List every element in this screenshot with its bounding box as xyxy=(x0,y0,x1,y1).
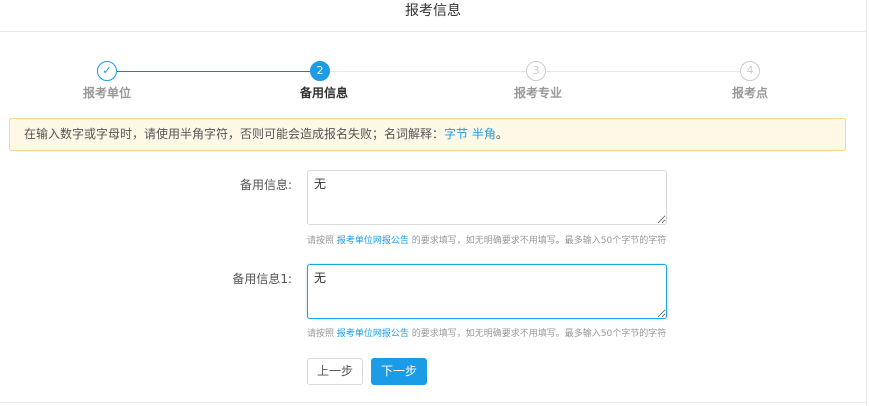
bottom-border xyxy=(0,402,866,403)
link-byte[interactable]: 字节 xyxy=(444,127,468,141)
hint-post: 的要求填写，如无明确要求不用填写。最多输入50个字节的字符 xyxy=(408,329,667,339)
hint-pre: 请按照 xyxy=(307,329,337,339)
announcement-link[interactable]: 报考单位网报公告 xyxy=(337,329,409,339)
step-3-label: 报考专业 xyxy=(513,86,562,100)
step-4-indicator: 4 xyxy=(740,61,760,81)
backup-info-textarea[interactable] xyxy=(307,170,667,225)
step-connector-2 xyxy=(330,71,526,72)
field1-hint: 请按照 报考单位网报公告 的要求填写，如无明确要求不用填写。最多输入50个字节的… xyxy=(307,233,666,246)
prev-step-button[interactable]: 上一步 xyxy=(307,358,363,385)
notice-alert: 在输入数字或字母时，请使用半角字符，否则可能会造成报名失败；名词解释：字节 半角… xyxy=(9,118,846,151)
backup-info-1-textarea[interactable] xyxy=(307,264,667,319)
next-step-button[interactable]: 下一步 xyxy=(371,358,427,385)
right-border xyxy=(866,0,867,406)
step-2-label: 备用信息 xyxy=(299,86,348,100)
page-header: 报考信息 xyxy=(0,0,866,32)
step-connector-1 xyxy=(117,71,310,72)
field2-label: 备用信息1: xyxy=(232,272,292,286)
field1-label: 备用信息: xyxy=(239,178,292,192)
announcement-link[interactable]: 报考单位网报公告 xyxy=(337,236,409,246)
step-connector-3 xyxy=(546,71,740,72)
step-2-indicator: 2 xyxy=(310,61,330,81)
alert-end: 。 xyxy=(495,127,508,141)
hint-post: 的要求填写，如无明确要求不用填写。最多输入50个字节的字符 xyxy=(408,236,667,246)
hint-pre: 请按照 xyxy=(307,236,337,246)
step-1-label: 报考单位 xyxy=(82,86,131,100)
step-3-indicator: 3 xyxy=(526,61,546,81)
step-4-label: 报考点 xyxy=(731,86,768,100)
alert-text: 在输入数字或字母时，请使用半角字符，否则可能会造成报名失败；名词解释： xyxy=(24,127,445,141)
field2-hint: 请按照 报考单位网报公告 的要求填写，如无明确要求不用填写。最多输入50个字节的… xyxy=(307,326,666,339)
link-halfwidth[interactable]: 半角 xyxy=(472,127,496,141)
step-1-check-icon: ✓ xyxy=(97,61,117,81)
page-title: 报考信息 xyxy=(405,3,461,19)
